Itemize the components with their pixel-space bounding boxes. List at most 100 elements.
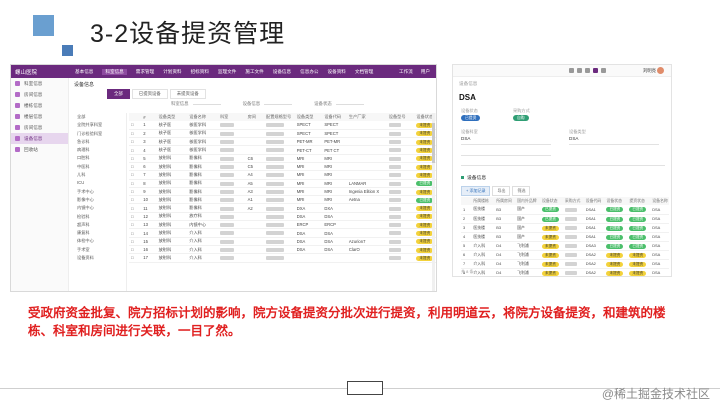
filter-field[interactable]: 科室信息 xyxy=(171,101,221,107)
table-row[interactable]: □ 8 放射科 影像科 A5 MRI MRI LANMAR 已提资 xyxy=(129,179,436,188)
sidebar-item[interactable]: 房间信息 xyxy=(11,89,68,100)
table-row[interactable]: □ 5 放射科 影像科 C6 MRI MRI 未提资 xyxy=(129,154,436,164)
tree-node[interactable]: 检验科 xyxy=(71,213,126,221)
toolbar-button[interactable]: 导出 xyxy=(492,186,511,196)
table-row[interactable]: □ 13 放射科 内镜中心 ERCP ERCP 未提资 xyxy=(129,220,436,230)
column-header[interactable]: 设备代码 xyxy=(583,197,605,205)
top-nav-item[interactable]: 设备信息 xyxy=(273,69,291,75)
row-checkbox[interactable]: □ xyxy=(129,187,142,197)
type-value[interactable]: DSA xyxy=(569,136,578,141)
toolbar-button[interactable]: + 添加记录 xyxy=(461,186,491,196)
row-checkbox[interactable]: □ xyxy=(129,212,142,222)
column-header[interactable] xyxy=(129,113,142,121)
toolbar-button[interactable]: 筛选 xyxy=(512,186,531,196)
sidebar-item[interactable]: 楼层信息 xyxy=(11,111,68,122)
tree-node[interactable]: 儿科 xyxy=(71,171,126,179)
tree-node[interactable]: 设备资料 xyxy=(71,254,126,262)
row-checkbox[interactable]: □ xyxy=(129,145,142,155)
table-row[interactable]: □ 1 核子医 核医学科 SPECT SPECT 未提资 xyxy=(129,121,436,130)
dept-value[interactable]: DSA xyxy=(461,136,470,141)
column-header[interactable]: 所属房间 xyxy=(494,197,516,205)
view-tab[interactable]: 全部 xyxy=(107,89,130,99)
sidebar-item[interactable]: 楼栋信息 xyxy=(11,100,68,111)
tree-node[interactable]: 全部 xyxy=(71,113,126,121)
workflow-link[interactable]: 工作流 xyxy=(399,69,413,75)
row-checkbox[interactable]: □ xyxy=(129,137,142,147)
table-row[interactable]: □ 17 放射科 介入科 未提资 xyxy=(129,253,436,263)
column-header[interactable] xyxy=(461,197,472,205)
column-header[interactable]: 设备状态 xyxy=(540,197,563,205)
row-checkbox[interactable]: □ xyxy=(129,154,142,164)
tree-node[interactable]: 急诊科 xyxy=(71,138,126,146)
sidebar-item[interactable]: 回收站 xyxy=(11,144,68,155)
row-checkbox[interactable]: □ xyxy=(129,220,142,230)
column-header[interactable]: 配置规格型号 xyxy=(264,113,295,121)
column-header[interactable]: 生产厂家 xyxy=(346,113,387,121)
top-nav-item[interactable]: 招标资料 xyxy=(191,69,209,75)
tree-node[interactable]: 全院共享科室 xyxy=(71,121,126,129)
table-row[interactable]: □ 12 放射科 放疗科 DSA DSA 未提资 xyxy=(129,212,436,222)
tree-node[interactable]: 手术室 xyxy=(71,246,126,254)
column-header[interactable]: # xyxy=(141,113,157,121)
column-header[interactable]: 提资状态 xyxy=(627,197,651,205)
column-header[interactable]: 设备代码 xyxy=(322,113,347,121)
table-row[interactable]: 1 医技楼 B3 国产 已提资 DSA1 已提资 已提资 DSA xyxy=(461,205,669,215)
row-checkbox[interactable]: □ xyxy=(129,121,142,130)
table-row[interactable]: □ 10 放射科 影像科 A1 MRI MRI Aetna 已提资 xyxy=(129,195,436,205)
tree-node[interactable]: 病理科 xyxy=(71,146,126,154)
table-row[interactable]: □ 11 放射科 影像科 A2 DXA DXA 未提资 xyxy=(129,203,436,213)
avatar[interactable] xyxy=(657,67,664,74)
top-nav-item[interactable]: 基本信息 xyxy=(75,69,93,75)
tree-node[interactable]: 中医科 xyxy=(71,163,126,171)
column-header[interactable]: 采购方式 xyxy=(562,197,584,205)
table-row[interactable]: 8 介入科 D4 飞利浦 未提资 DSA2 未提资 未提资 DSA xyxy=(461,268,669,276)
tree-node[interactable]: 口腔科 xyxy=(71,154,126,162)
top-nav-item[interactable]: 设备资料 xyxy=(328,69,346,75)
table-row[interactable]: 4 医技楼 B3 国产 未提资 DSA1 已提资 已提资 DSA xyxy=(461,232,669,242)
column-header[interactable]: 设备名称 xyxy=(650,197,669,205)
row-checkbox[interactable]: □ xyxy=(129,237,142,246)
row-checkbox[interactable]: □ xyxy=(129,203,142,213)
tree-node[interactable]: 影像中心 xyxy=(71,196,126,204)
more-icon[interactable] xyxy=(585,68,590,73)
table-row[interactable]: □ 16 放射科 介入科 DSA DSA ClarO 未提资 xyxy=(129,245,436,255)
tree-node[interactable]: 内镜中心 xyxy=(71,204,126,212)
table-row[interactable]: □ 4 核子医 核医学科 PET-CT PET CT 未提资 xyxy=(129,145,436,155)
table-row[interactable]: 3 医技楼 B3 国产 未提资 DSA1 已提资 已提资 DSA xyxy=(461,223,669,233)
table-row[interactable]: □ 2 核子医 核医学科 SPECT SPECT 未提资 xyxy=(129,129,436,139)
user-link[interactable]: 用户 xyxy=(421,69,430,75)
table-row[interactable]: 7 介入科 D4 飞利浦 未提资 DSA2 未提资 未提资 DSA xyxy=(461,259,669,269)
row-checkbox[interactable]: □ xyxy=(129,245,142,255)
sidebar-item[interactable]: 科室信息 xyxy=(11,78,68,89)
row-checkbox[interactable]: □ xyxy=(129,195,142,205)
sidebar-item[interactable]: 设备信息 xyxy=(11,133,68,144)
column-header[interactable]: 设备类型 xyxy=(294,113,323,121)
column-header[interactable]: 国内外品牌 xyxy=(515,197,541,205)
row-checkbox[interactable]: □ xyxy=(129,228,142,238)
grid-scrollbar[interactable] xyxy=(432,113,435,291)
share-icon[interactable] xyxy=(569,68,574,73)
sidebar-item[interactable]: 房间信息 xyxy=(11,122,68,133)
table-row[interactable]: □ 3 核子医 核医学科 PET-MR PET-MR 未提资 xyxy=(129,137,436,147)
column-header[interactable]: 设备名称 xyxy=(187,113,218,121)
top-nav-item[interactable]: 科室信息 xyxy=(102,68,127,75)
tree-node[interactable]: 超声科 xyxy=(71,221,126,229)
table-row[interactable]: □ 6 放射科 影像科 C5 MRI MRI 未提资 xyxy=(129,162,436,172)
table-row[interactable]: □ 9 放射科 影像科 A3 MRI MRI Ingenia Elition X 未提资 xyxy=(129,187,436,197)
table-row[interactable]: □ 7 放射科 影像科 A4 MRI MRI 未提资 xyxy=(129,170,436,180)
top-nav-item[interactable]: 施工文件 xyxy=(245,69,263,75)
column-header[interactable]: 设备型号 xyxy=(386,113,415,121)
app-icon[interactable] xyxy=(593,68,598,73)
row-checkbox[interactable]: □ xyxy=(129,179,142,188)
tree-node[interactable]: 手术中心 xyxy=(71,188,126,196)
table-row[interactable]: □ 14 放射科 介入科 DSA DSA 未提资 xyxy=(129,228,436,238)
column-header[interactable]: 科室 xyxy=(217,113,246,121)
filter-field[interactable]: 设备信息 xyxy=(243,101,293,107)
top-nav-item[interactable]: 文档管理 xyxy=(355,69,373,75)
row-checkbox[interactable]: □ xyxy=(129,162,142,172)
table-row[interactable]: □ 15 放射科 介入科 DSA DSA Azurion7 未提资 xyxy=(129,237,436,246)
tree-node[interactable]: 康复科 xyxy=(71,229,126,237)
column-header[interactable]: 房间 xyxy=(245,113,265,121)
tree-node[interactable]: 体检中心 xyxy=(71,237,126,245)
settings-icon[interactable] xyxy=(601,68,606,73)
